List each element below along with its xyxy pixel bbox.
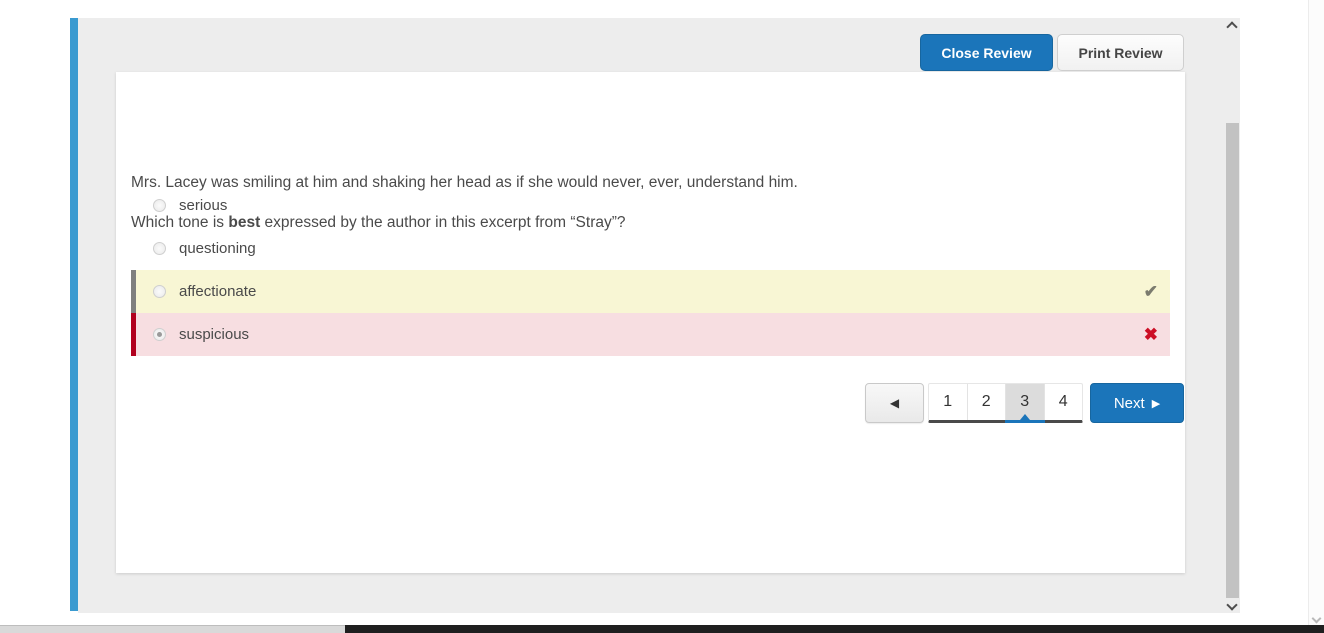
- browser-scrollbar-track[interactable]: [1308, 0, 1324, 633]
- radio-unselected-icon[interactable]: [153, 242, 166, 255]
- option-label: questioning: [179, 240, 256, 257]
- option-label: suspicious: [179, 326, 250, 343]
- option-questioning[interactable]: questioning: [131, 227, 1170, 270]
- accent-bar: [70, 18, 78, 611]
- correct-check-icon: ✔: [1143, 281, 1158, 301]
- option-suspicious-incorrect[interactable]: suspicious ✖: [131, 313, 1170, 356]
- print-review-button[interactable]: Print Review: [1057, 34, 1184, 71]
- right-arrow-icon: ▶: [1151, 397, 1161, 410]
- page-button-3-active[interactable]: 3: [1005, 384, 1045, 423]
- vertical-scrollbar-thumb[interactable]: [1226, 123, 1239, 598]
- quiz-review-page: Close Review Print Review Mrs. Lacey was…: [0, 0, 1324, 633]
- previous-page-button[interactable]: ◀: [865, 383, 924, 423]
- question-card: Mrs. Lacey was smiling at him and shakin…: [116, 72, 1185, 573]
- horizontal-scrollbar-track[interactable]: [0, 625, 1324, 633]
- radio-selected-icon[interactable]: [153, 328, 166, 341]
- option-serious[interactable]: serious: [131, 184, 1170, 227]
- horizontal-scrollbar-thumb[interactable]: [0, 625, 345, 633]
- option-label: affectionate: [179, 283, 257, 300]
- page-button-2[interactable]: 2: [968, 384, 1006, 420]
- radio-unselected-icon[interactable]: [153, 285, 166, 298]
- page-button-1[interactable]: 1: [929, 384, 968, 420]
- close-review-button[interactable]: Close Review: [920, 34, 1053, 71]
- page-button-4[interactable]: 4: [1045, 384, 1083, 420]
- next-label: Next: [1113, 394, 1145, 412]
- options-list: serious questioning affectionate ✔ suspi…: [131, 184, 1170, 356]
- incorrect-cross-icon: ✖: [1143, 324, 1158, 344]
- radio-unselected-icon[interactable]: [153, 199, 166, 212]
- option-label: serious: [179, 197, 228, 214]
- page-number-group: 1 2 3 4: [928, 383, 1083, 423]
- next-page-button[interactable]: Next ▶: [1090, 383, 1184, 423]
- option-affectionate-correct[interactable]: affectionate ✔: [131, 270, 1170, 313]
